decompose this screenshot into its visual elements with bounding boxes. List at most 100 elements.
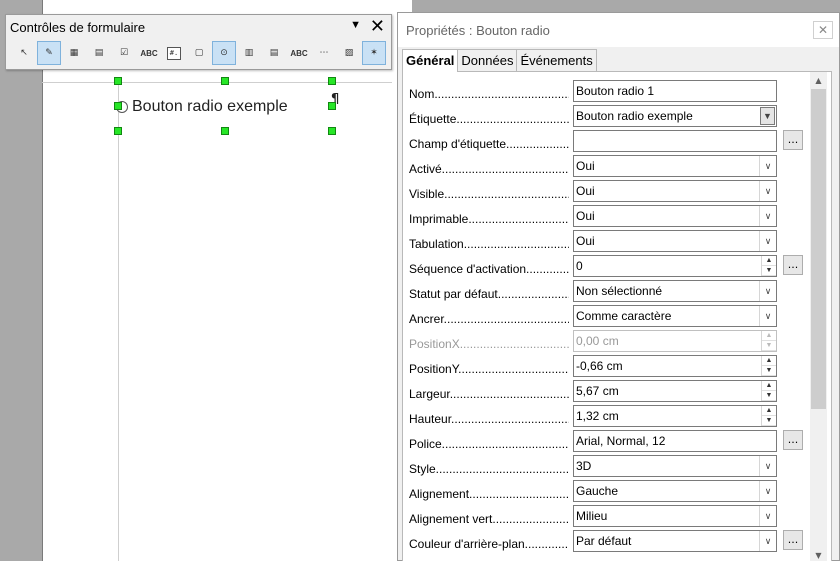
scrollbar-thumb[interactable] bbox=[811, 89, 826, 409]
property-value-field[interactable] bbox=[573, 130, 777, 152]
dropdown-arrow-icon[interactable]: ∨ bbox=[759, 181, 776, 201]
scroll-down-icon[interactable]: ▼ bbox=[810, 547, 827, 561]
property-value-field[interactable]: -0,66 cm ▲ ▼ bbox=[573, 355, 777, 377]
form-design-icon[interactable]: ▦ bbox=[62, 41, 86, 65]
text-box-icon[interactable]: ABC bbox=[137, 41, 161, 65]
resize-handle[interactable] bbox=[114, 102, 122, 110]
resize-handle[interactable] bbox=[114, 77, 122, 85]
property-value-field[interactable]: Oui ∨ bbox=[573, 230, 777, 252]
form-controls-toolbar: Contrôles de formulaire ▼ ✕ ↖ ✎ ▦ ▤ ☑ ABC #. ▢ ⊙… bbox=[5, 14, 392, 70]
spin-down-icon[interactable]: ▼ bbox=[762, 366, 776, 376]
property-value-field[interactable]: 3D ∨ bbox=[573, 455, 777, 477]
browse-button[interactable]: ... bbox=[783, 530, 803, 550]
browse-button[interactable]: ... bbox=[783, 130, 803, 150]
combo-box-icon[interactable]: ▤ bbox=[262, 41, 286, 65]
property-value-field[interactable]: Oui ∨ bbox=[573, 180, 777, 202]
property-value-field[interactable]: Non sélectionné ∨ bbox=[573, 280, 777, 302]
spin-up-icon[interactable]: ▲ bbox=[762, 381, 776, 391]
design-mode-icon[interactable]: ✎ bbox=[37, 41, 61, 65]
dialog-tabs: Général Données Événements bbox=[402, 49, 597, 72]
toolbar-titlebar[interactable]: Contrôles de formulaire ▼ ✕ bbox=[6, 15, 391, 39]
property-value: Bouton radio exemple bbox=[576, 109, 693, 123]
spin-buttons[interactable]: ▲ ▼ bbox=[761, 356, 776, 376]
property-value-field[interactable]: Bouton radio 1 bbox=[573, 80, 777, 102]
property-row: Style...................................… bbox=[409, 454, 809, 477]
dialog-close-button[interactable]: ✕ bbox=[813, 21, 833, 39]
resize-handle[interactable] bbox=[221, 77, 229, 85]
checkbox-icon[interactable]: ☑ bbox=[112, 41, 136, 65]
tab-events[interactable]: Événements bbox=[516, 49, 597, 71]
property-value-field[interactable]: 1,32 cm ▲ ▼ bbox=[573, 405, 777, 427]
spin-buttons[interactable]: ▲ ▼ bbox=[761, 406, 776, 426]
tab-general[interactable]: Général bbox=[402, 49, 459, 72]
text-box-icon-glyph: ABC bbox=[140, 48, 158, 58]
dropdown-arrow-icon[interactable]: ∨ bbox=[759, 231, 776, 251]
spin-up-icon[interactable]: ▲ bbox=[762, 406, 776, 416]
resize-handle[interactable] bbox=[114, 127, 122, 135]
property-value: 0,00 cm bbox=[576, 334, 619, 348]
dropdown-arrow-icon[interactable]: ∨ bbox=[759, 281, 776, 301]
property-label: Alignement..............................… bbox=[409, 487, 569, 501]
spin-buttons[interactable]: ▲ ▼ bbox=[761, 256, 776, 276]
spin-up-icon[interactable]: ▲ bbox=[762, 256, 776, 266]
resize-handle[interactable] bbox=[328, 77, 336, 85]
property-label: Largeur.................................… bbox=[409, 387, 569, 401]
form-properties-icon[interactable]: ▤ bbox=[87, 41, 111, 65]
form-design-icon-glyph: ▦ bbox=[69, 48, 79, 58]
property-value-field[interactable]: 0 ▲ ▼ bbox=[573, 255, 777, 277]
spin-down-icon[interactable]: ▼ bbox=[762, 266, 776, 276]
list-box-icon[interactable]: ▥ bbox=[237, 41, 261, 65]
property-value: Non sélectionné bbox=[576, 284, 663, 298]
property-row: Tabulation..............................… bbox=[409, 229, 809, 252]
toolbar-close-icon[interactable]: ✕ bbox=[370, 16, 385, 37]
spin-down-icon[interactable]: ▼ bbox=[762, 391, 776, 401]
panel-scrollbar[interactable]: ▲ ▼ bbox=[810, 72, 827, 561]
dropdown-arrow-icon[interactable]: ∨ bbox=[759, 481, 776, 501]
property-row: Imprimable..............................… bbox=[409, 204, 809, 227]
property-value-field[interactable]: Comme caractère ∨ bbox=[573, 305, 777, 327]
property-value-field[interactable]: 5,67 cm ▲ ▼ bbox=[573, 380, 777, 402]
formatted-field-icon-glyph: #. bbox=[167, 46, 181, 60]
option-button-icon[interactable]: ⊙ bbox=[212, 41, 236, 65]
dialog-titlebar[interactable]: Propriétés : Bouton radio ✕ bbox=[398, 13, 839, 47]
label-field-icon[interactable]: ABC bbox=[287, 41, 311, 65]
wizards-icon[interactable]: ✶ bbox=[362, 41, 386, 65]
more-controls-icon[interactable]: ⋯ bbox=[312, 41, 336, 65]
property-value-field[interactable]: Arial, Normal, 12 bbox=[573, 430, 777, 452]
property-value-field[interactable]: Par défaut ∨ bbox=[573, 530, 777, 552]
dropdown-arrow-icon[interactable]: ∨ bbox=[759, 456, 776, 476]
property-value-field[interactable]: Milieu ∨ bbox=[573, 505, 777, 527]
property-value-field[interactable]: Oui ∨ bbox=[573, 155, 777, 177]
spin-up-icon[interactable]: ▲ bbox=[762, 356, 776, 366]
scroll-up-icon[interactable]: ▲ bbox=[810, 72, 827, 88]
property-row: Visible.................................… bbox=[409, 179, 809, 202]
property-value-field[interactable]: Oui ∨ bbox=[573, 205, 777, 227]
dropdown-arrow-icon[interactable]: ▼ bbox=[760, 107, 775, 125]
option-button-icon-glyph: ⊙ bbox=[220, 48, 228, 58]
spin-buttons[interactable]: ▲ ▼ bbox=[761, 381, 776, 401]
page-margin-top bbox=[42, 82, 392, 83]
dropdown-arrow-icon[interactable]: ∨ bbox=[759, 306, 776, 326]
dropdown-arrow-icon[interactable]: ∨ bbox=[759, 206, 776, 226]
tab-data[interactable]: Données bbox=[457, 49, 518, 71]
formatted-field-icon[interactable]: #. bbox=[162, 41, 186, 65]
resize-handle[interactable] bbox=[328, 102, 336, 110]
radio-button-control[interactable]: Bouton radio exemple bbox=[116, 98, 288, 116]
browse-button[interactable]: ... bbox=[783, 255, 803, 275]
property-value-field[interactable]: Gauche ∨ bbox=[573, 480, 777, 502]
property-row: Largeur.................................… bbox=[409, 379, 809, 402]
browse-button[interactable]: ... bbox=[783, 430, 803, 450]
property-value: Oui bbox=[576, 159, 595, 173]
select-pointer-icon[interactable]: ↖ bbox=[12, 41, 36, 65]
dropdown-arrow-icon[interactable]: ∨ bbox=[759, 506, 776, 526]
form-navigator-icon[interactable]: ▨ bbox=[337, 41, 361, 65]
push-button-icon[interactable]: ▢ bbox=[187, 41, 211, 65]
property-value-field[interactable]: Bouton radio exemple ▼ bbox=[573, 105, 777, 127]
dropdown-arrow-icon[interactable]: ∨ bbox=[759, 531, 776, 551]
resize-handle[interactable] bbox=[328, 127, 336, 135]
dropdown-arrow-icon[interactable]: ∨ bbox=[759, 156, 776, 176]
resize-handle[interactable] bbox=[221, 127, 229, 135]
toolbar-menu-icon[interactable]: ▼ bbox=[350, 19, 361, 31]
spin-down-icon[interactable]: ▼ bbox=[762, 416, 776, 426]
push-button-icon-glyph: ▢ bbox=[194, 48, 204, 58]
